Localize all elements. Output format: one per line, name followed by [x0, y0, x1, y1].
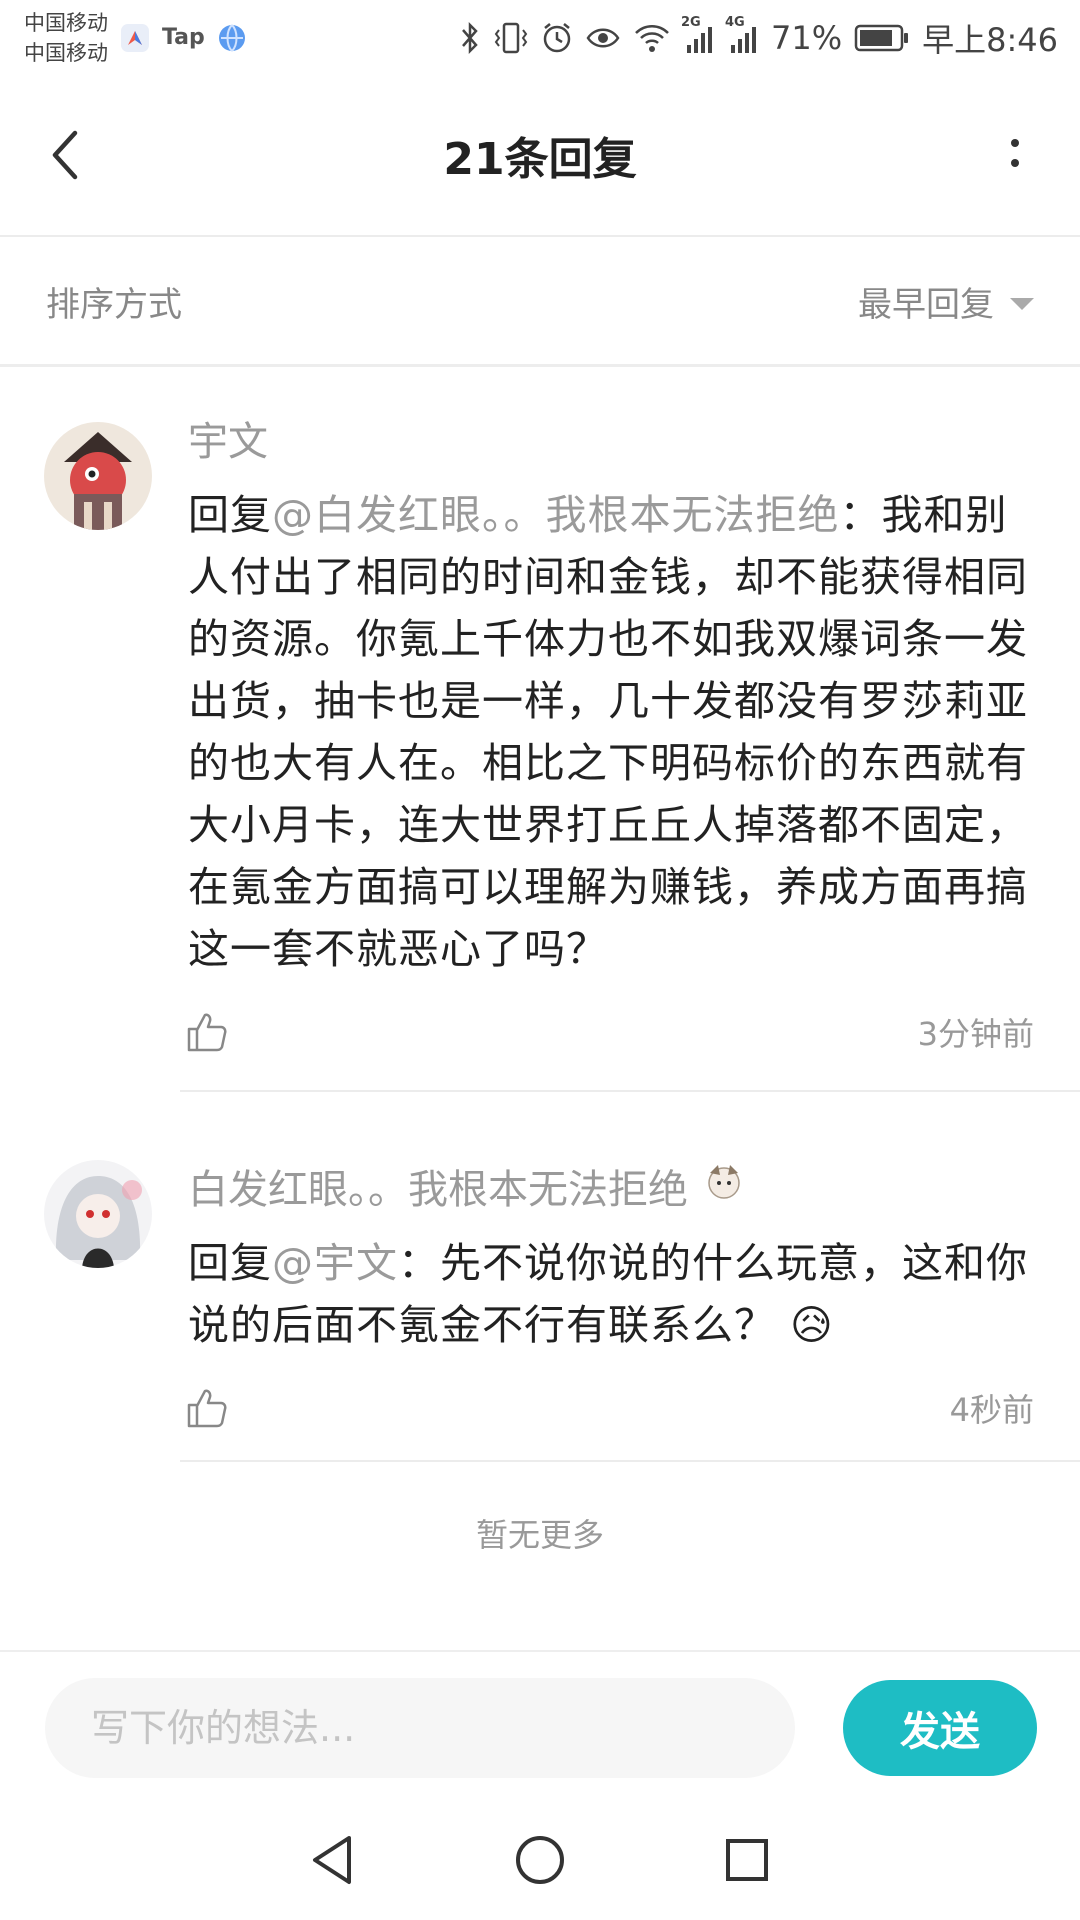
status-bar: 中国移动 中国移动 Tap 2G 4G 71% 早上8:46 — [0, 0, 1080, 75]
comment-footer: 4秒前 — [187, 1376, 1034, 1440]
no-more-label: 暂无更多 — [475, 1516, 604, 1554]
mention-link[interactable]: @白发红眼。。我根本无法拒绝 — [272, 491, 840, 539]
sort-label: 排序方式 — [46, 285, 182, 325]
carrier-1: 中国移动 — [24, 10, 108, 35]
mention-link[interactable]: @宇文 — [272, 1239, 398, 1287]
page-title: 21条回复 — [443, 134, 637, 185]
top-app-bar: 21条回复 — [0, 75, 1080, 237]
back-button[interactable] — [40, 125, 90, 185]
sort-selected-value: 最早回复 — [858, 285, 994, 325]
comment-author[interactable]: 白发红眼。。我根本无法拒绝 — [188, 1158, 1034, 1214]
thumbs-up-icon — [187, 1389, 227, 1428]
avatar[interactable] — [44, 1160, 152, 1268]
like-button[interactable] — [182, 1007, 232, 1057]
comment-content: ：我和别人付出了相同的时间和金钱，却不能获得相同的资源。你氪上千体力也不如我双爆… — [188, 491, 1028, 973]
comment-author[interactable]: 宇文 — [188, 410, 1034, 466]
browser-app-icon — [215, 21, 249, 55]
caret-down-icon — [1010, 297, 1034, 310]
comment-time: 4秒前 — [949, 1391, 1034, 1429]
nav-recents-button[interactable] — [712, 1825, 782, 1895]
signal-4g-label: 4G — [725, 14, 745, 30]
compass-app-icon — [118, 21, 152, 55]
wifi-icon — [633, 21, 671, 55]
more-vertical-icon — [1011, 139, 1019, 167]
circle-home-icon — [515, 1836, 564, 1884]
carrier-info: 中国移动 中国移动 — [24, 8, 108, 68]
signal-2g-icon: 2G — [681, 15, 715, 55]
clock: 早上8:46 — [922, 20, 1058, 59]
reply-input-bar: 发送 — [0, 1650, 1080, 1800]
reply-prefix: 回复 — [188, 1239, 272, 1287]
battery-percent: 71% — [771, 18, 843, 57]
bluetooth-icon — [459, 21, 481, 55]
square-recents-icon — [725, 1839, 768, 1881]
battery-icon — [854, 23, 910, 53]
tap-app-icon: Tap — [162, 25, 205, 50]
carrier-2: 中国移动 — [24, 40, 108, 65]
signal-2g-label: 2G — [681, 14, 701, 30]
worried-face-emoji: 😥 — [790, 1301, 834, 1349]
comment-footer: 3分钟前 — [187, 1000, 1034, 1064]
send-button[interactable]: 发送 — [843, 1680, 1037, 1776]
sort-dropdown[interactable]: 最早回复 — [858, 277, 1034, 326]
comment-item: 白发红眼。。我根本无法拒绝 回复@宇文：先不说你说的什么玩意，这和你说的后面不氪… — [0, 1158, 1080, 1462]
author-name: 宇文 — [188, 419, 268, 465]
comment-text: 回复@白发红眼。。我根本无法拒绝：我和别人付出了相同的时间和金钱，却不能获得相同… — [188, 484, 1034, 980]
signal-4g-icon: 4G — [725, 15, 759, 55]
more-options-button[interactable] — [1000, 125, 1030, 185]
alarm-icon — [541, 21, 573, 55]
vibrate-icon — [493, 21, 529, 55]
comment-item: 宇文 回复@白发红眼。。我根本无法拒绝：我和别人付出了相同的时间和金钱，却不能获… — [0, 410, 1080, 1092]
avatar[interactable] — [44, 422, 152, 530]
nav-home-button[interactable] — [505, 1825, 575, 1895]
divider — [180, 1460, 1080, 1462]
triangle-back-icon — [313, 1836, 352, 1884]
status-bar-right: 2G 4G 71% 早上8:46 — [459, 15, 1058, 61]
system-nav-bar — [0, 1800, 1080, 1920]
comment-text: 回复@宇文：先不说你说的什么玩意，这和你说的后面不氪金不行有联系么？ 😥 — [188, 1232, 1034, 1356]
chevron-left-icon — [52, 130, 78, 180]
nav-back-button[interactable] — [298, 1825, 368, 1895]
user-badge-icon — [702, 1159, 746, 1213]
divider — [180, 1090, 1080, 1092]
reply-input[interactable] — [45, 1678, 795, 1778]
author-name: 白发红眼。。我根本无法拒绝 — [188, 1167, 688, 1213]
thumbs-up-icon — [187, 1013, 227, 1052]
reply-prefix: 回复 — [188, 491, 272, 539]
sort-bar: 排序方式 最早回复 — [0, 239, 1080, 367]
status-bar-left: 中国移动 中国移动 Tap — [24, 8, 249, 68]
eye-comfort-icon — [585, 21, 621, 55]
like-button[interactable] — [182, 1383, 232, 1433]
comment-time: 3分钟前 — [917, 1015, 1034, 1053]
